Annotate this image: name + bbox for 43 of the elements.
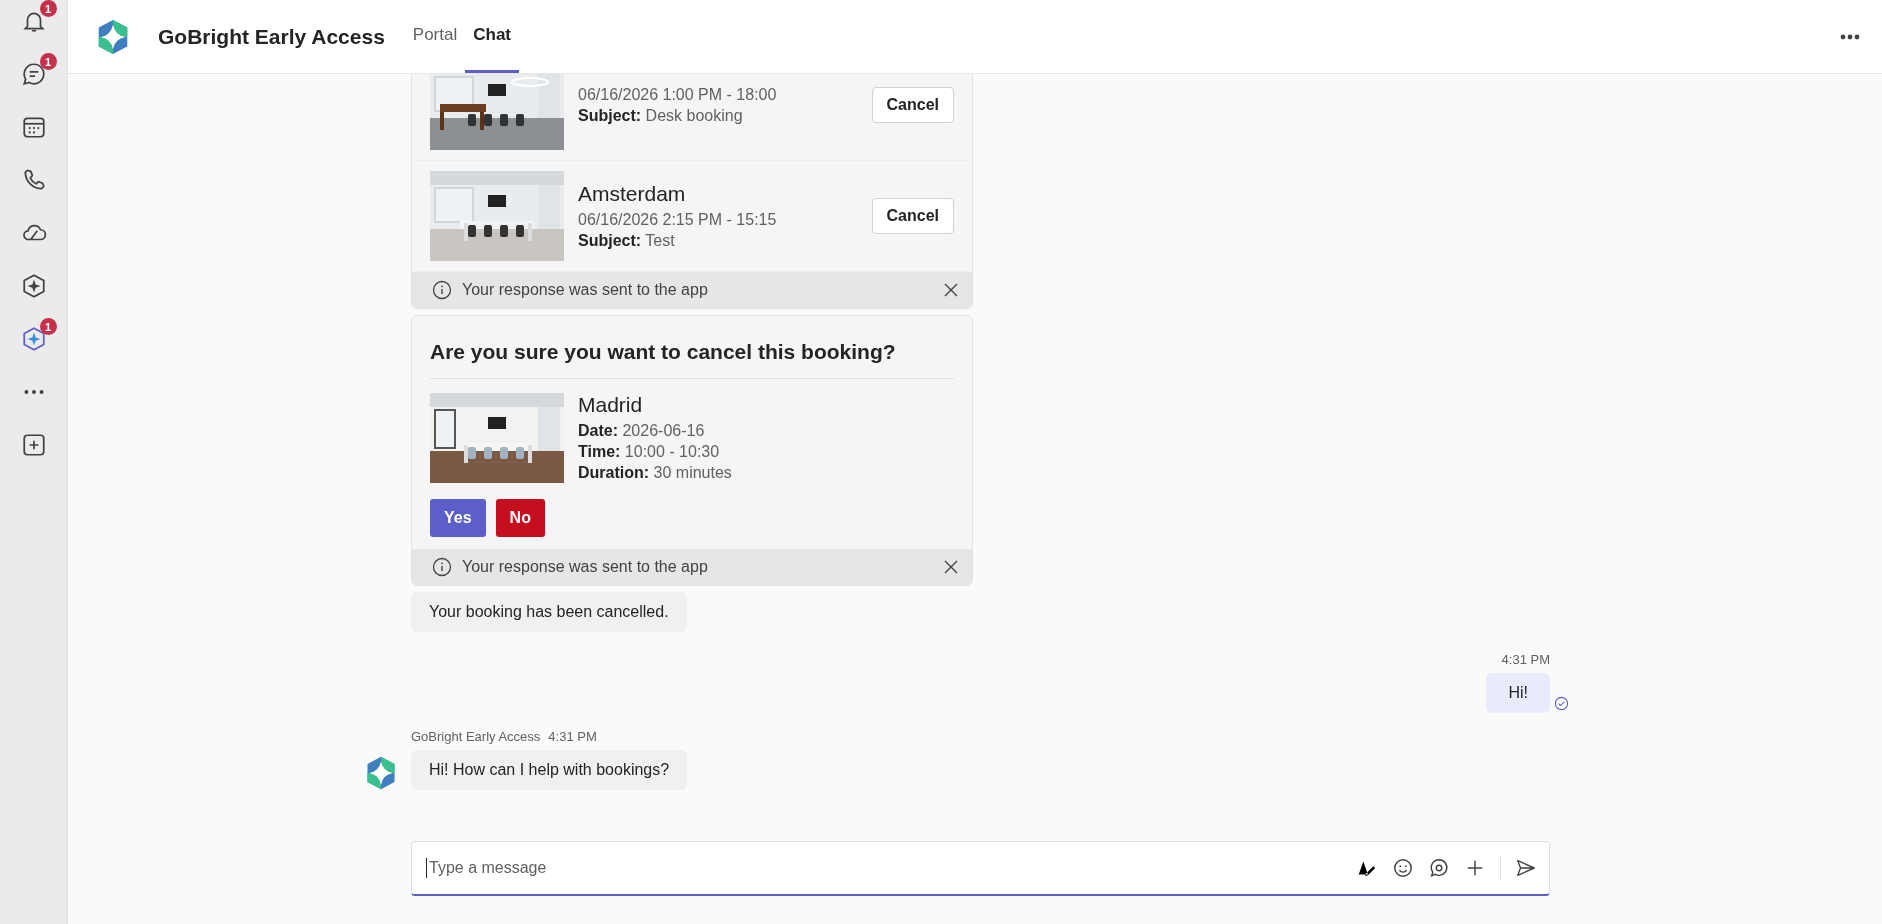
notice-text: Your response was sent to the app (462, 558, 708, 576)
booking-title: Amsterdam (578, 182, 687, 206)
sender-name: GoBright Early Access (411, 729, 541, 744)
app-title: GoBright Early Access (158, 24, 385, 49)
card-title: Are you sure you want to cancel this booking? (430, 316, 954, 379)
cancel-button[interactable]: Cancel (871, 87, 954, 123)
close-icon[interactable] (944, 283, 958, 297)
notification-badge: 1 (39, 0, 57, 17)
more-options-icon[interactable] (1840, 33, 1860, 40)
close-icon[interactable] (944, 560, 958, 574)
info-icon (432, 280, 452, 300)
message-bubble: Hi! (1486, 673, 1550, 713)
seen-icon (1554, 696, 1569, 711)
add-icon[interactable] (20, 432, 47, 458)
booking-subject: Subject: Test (578, 232, 676, 250)
booking-detail: Duration: 30 minutes (578, 464, 733, 482)
booking-title: Madrid (578, 393, 644, 417)
notification-badge: 1 (39, 53, 57, 70)
chat-bubble-icon[interactable] (1428, 857, 1450, 879)
cancel-button[interactable]: Cancel (871, 198, 954, 234)
emoji-icon[interactable] (1392, 857, 1414, 879)
message-composer[interactable]: Type a message (411, 841, 1550, 896)
copilot-icon[interactable] (20, 273, 47, 299)
message-field[interactable]: Type a message (426, 858, 1342, 878)
app-icon[interactable] (20, 326, 47, 352)
message-time: 4:31 PM (548, 729, 597, 744)
send-icon[interactable] (1515, 857, 1537, 879)
decline-button[interactable]: No (495, 499, 545, 537)
notice-text: Your response was sent to the app (462, 281, 708, 299)
tab[interactable]: Portal (404, 0, 466, 73)
confirm-button[interactable]: Yes (430, 499, 486, 537)
message-bubble: Your booking has been cancelled. (411, 592, 687, 632)
booking-detail: Date: 2026-06-16 (578, 422, 706, 440)
info-icon (432, 557, 452, 577)
booking-datetime: 06/16/2026 2:15 PM - 15:15 (578, 211, 778, 229)
booking-detail: Time: 10:00 - 10:30 (578, 443, 721, 461)
calendar-icon[interactable] (20, 114, 47, 140)
booking-datetime: 06/16/2026 1:00 PM - 18:00 (578, 85, 778, 104)
message-bubble: Hi! How can I help with bookings? (411, 750, 688, 790)
booking-subject: Subject: Desk booking (578, 106, 744, 125)
notification-badge: 1 (39, 318, 57, 335)
chat-icon[interactable] (20, 61, 47, 87)
message-time: 4:31 PM (1501, 652, 1550, 667)
